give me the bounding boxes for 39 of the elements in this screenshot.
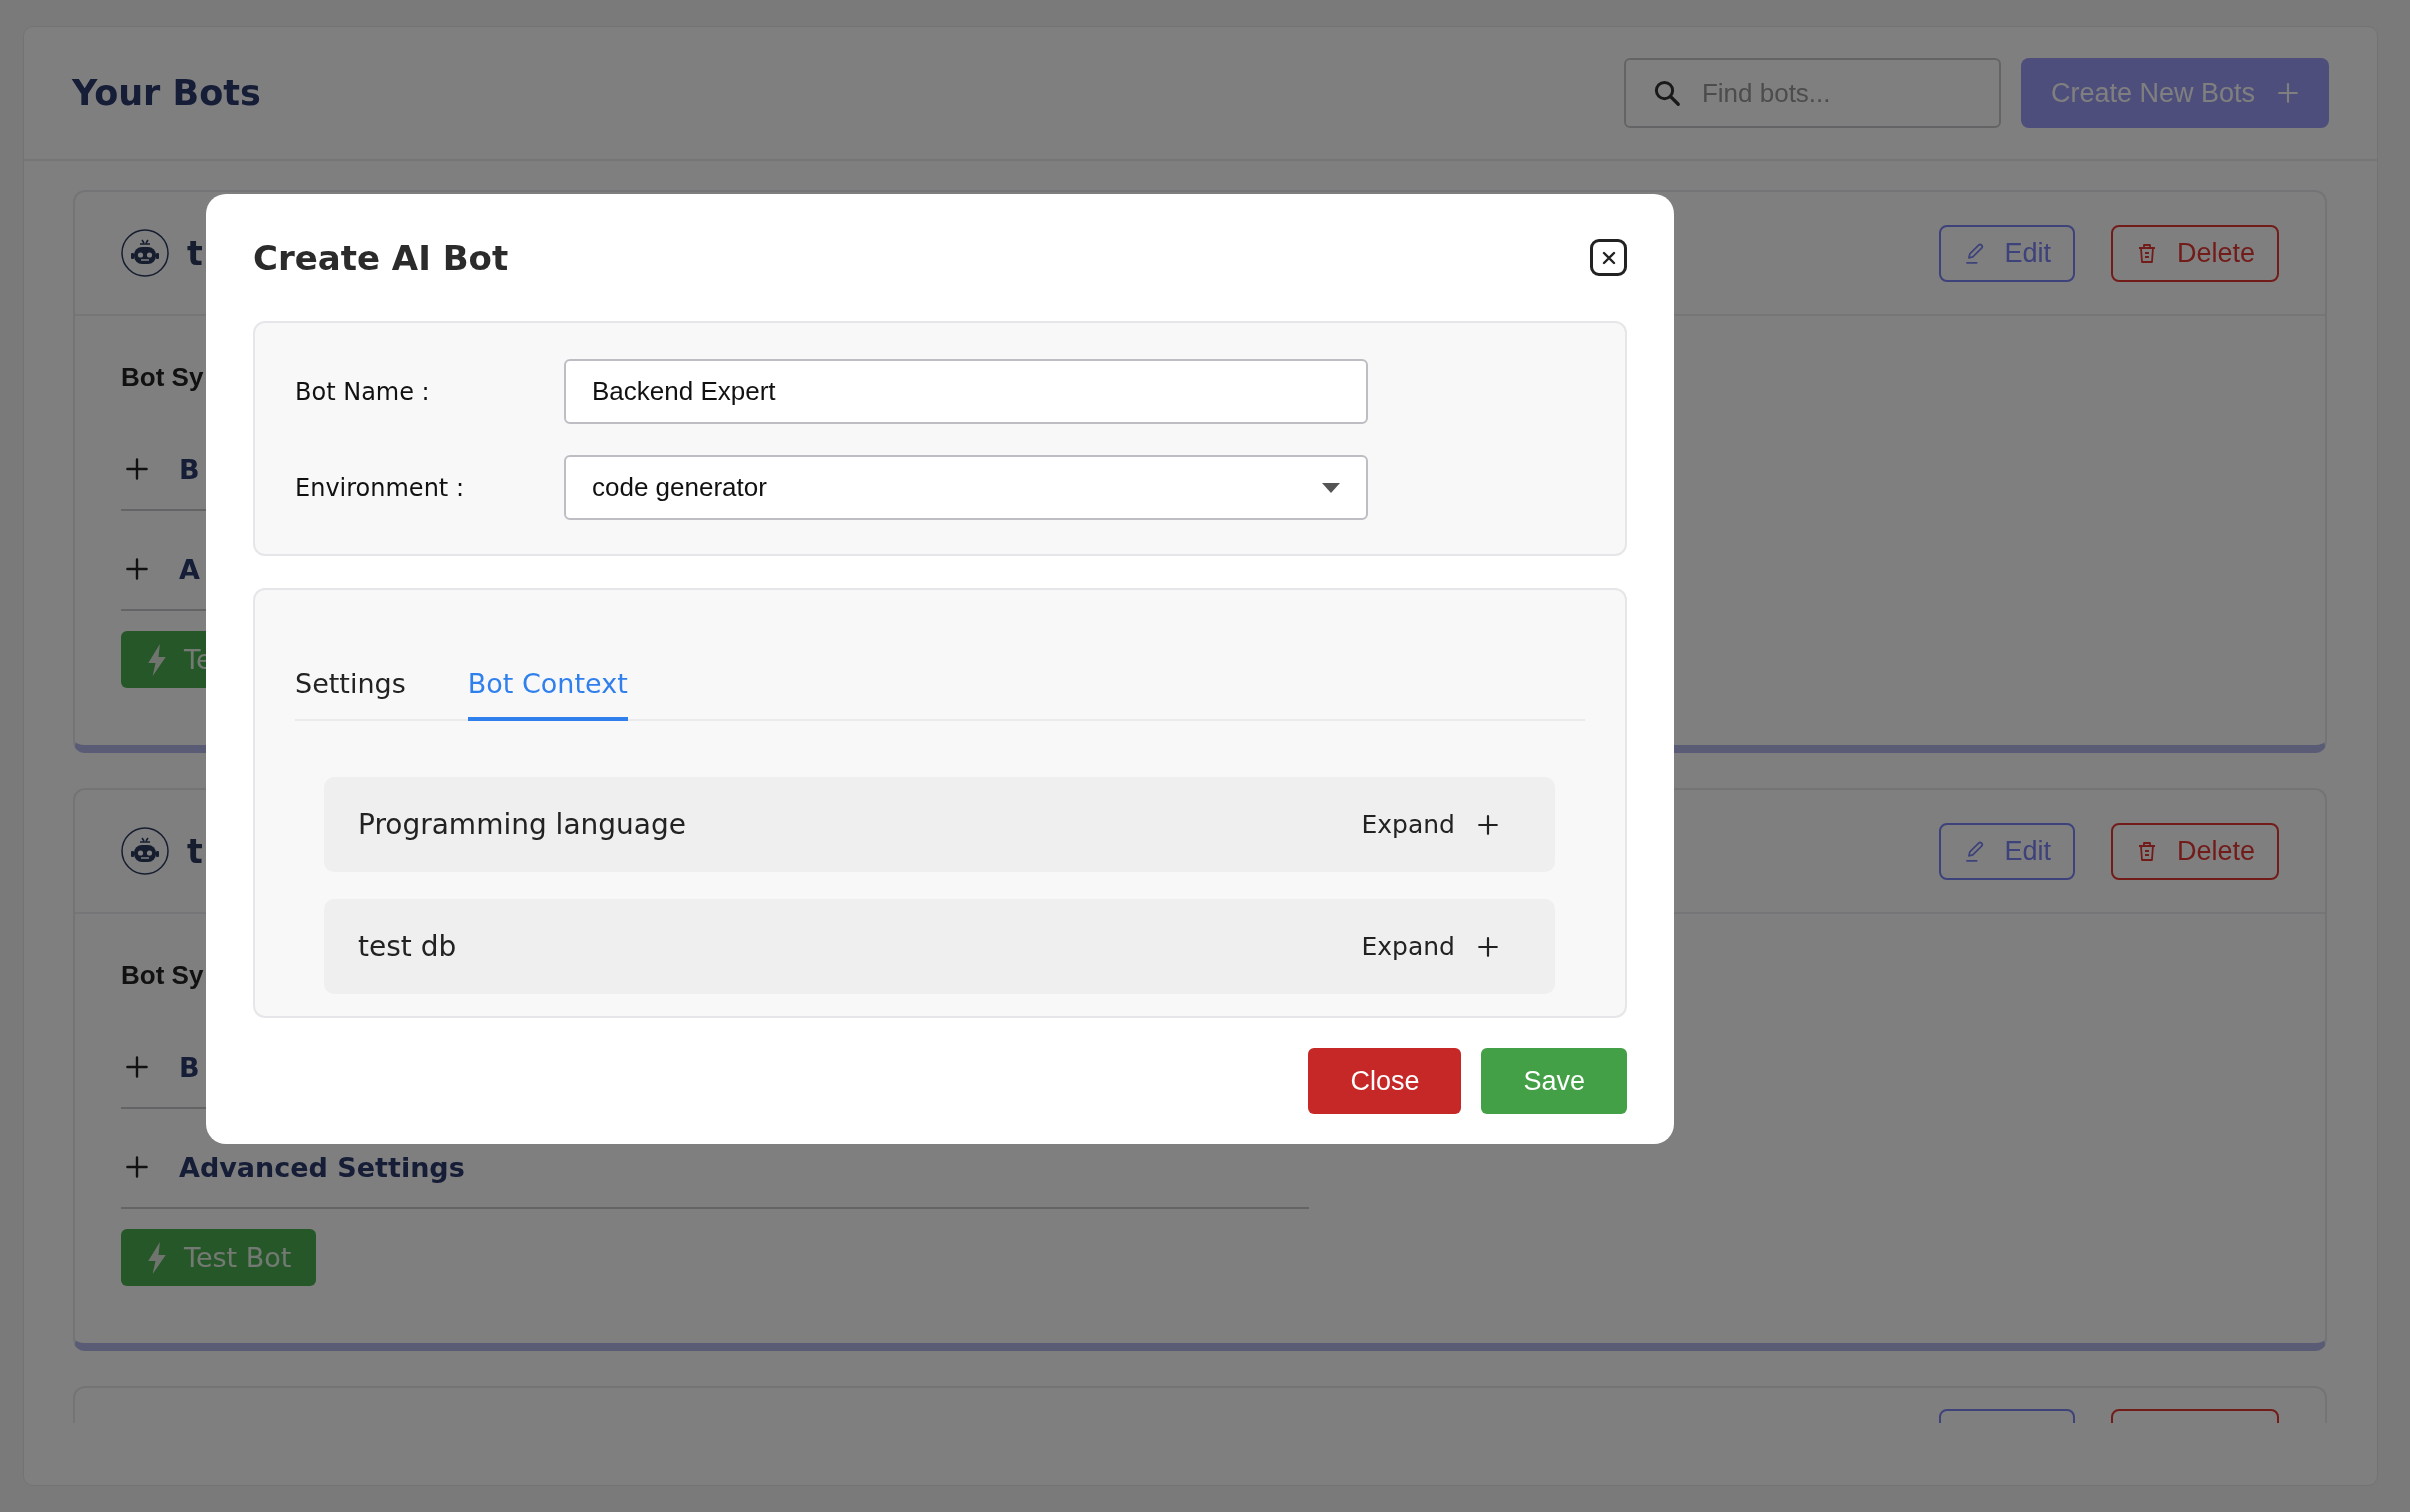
tab[interactable]: Bot Context xyxy=(467,668,628,721)
bolt-icon xyxy=(146,1241,168,1274)
settings-section-header[interactable]: Advanced Settings xyxy=(179,1151,465,1183)
settings-section-header[interactable]: A xyxy=(179,553,200,585)
caret-icon xyxy=(1322,482,1340,493)
plus-icon xyxy=(2277,82,2299,104)
plus-icon xyxy=(125,557,149,581)
robot-icon xyxy=(121,827,169,875)
page-title: Your Bots xyxy=(72,73,262,113)
edit-button[interactable]: Edit xyxy=(1939,224,2075,282)
section-title: Bot Sy xyxy=(121,960,204,991)
field-label: Bot Name : xyxy=(295,377,431,406)
bot-name: t xyxy=(187,831,203,871)
settings-section-header[interactable]: B xyxy=(179,453,200,485)
bot-name: t xyxy=(187,233,203,273)
edit-button[interactable]: Edit xyxy=(1939,822,2075,880)
tab[interactable]: Settings xyxy=(295,668,406,721)
close-button[interactable]: Close xyxy=(1308,1048,1462,1114)
plus-icon xyxy=(125,1055,149,1079)
plus-icon xyxy=(125,457,149,481)
settings-section-header[interactable]: B xyxy=(179,1051,200,1083)
save-button[interactable]: Save xyxy=(1481,1048,1627,1114)
section-title: Bot Sy xyxy=(121,362,204,393)
plus-icon xyxy=(1477,813,1499,836)
expand-button[interactable]: Expand xyxy=(1361,932,1499,961)
close-icon[interactable] xyxy=(1590,239,1627,276)
dropdown-field[interactable]: code generator xyxy=(564,455,1368,520)
accordion-title: test db xyxy=(358,930,458,963)
delete-button[interactable]: Delete xyxy=(2111,822,2279,880)
text-field[interactable]: Backend Expert xyxy=(564,359,1368,424)
accordion-title: Programming language xyxy=(358,808,687,841)
bolt-icon xyxy=(146,643,168,676)
expand-button[interactable]: Expand xyxy=(1361,810,1499,839)
plus-icon xyxy=(1477,935,1499,958)
plus-icon xyxy=(125,1155,149,1179)
delete-button[interactable]: Delete xyxy=(2111,224,2279,282)
field-label: Environment : xyxy=(295,473,465,502)
modal-title: Create AI Bot xyxy=(253,237,509,278)
robot-icon xyxy=(121,229,169,277)
